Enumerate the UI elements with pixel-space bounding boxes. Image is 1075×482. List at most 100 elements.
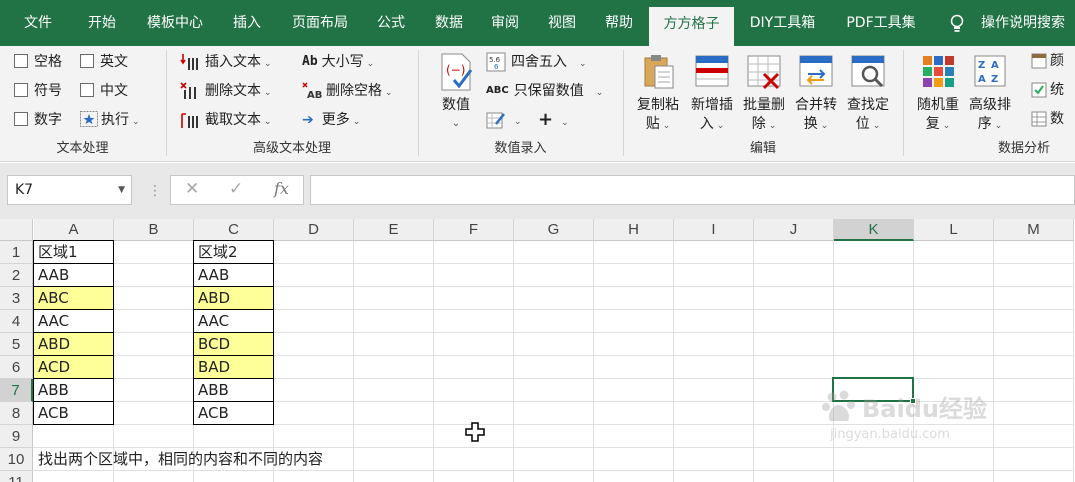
row-header-10[interactable]: 10 <box>0 448 33 471</box>
baidu-paw-icon <box>822 390 855 421</box>
tab-formulas[interactable]: 公式 <box>366 0 416 46</box>
statistics-button[interactable]: 统 <box>1031 79 1064 101</box>
tab-fangfang[interactable]: 方方格子 <box>649 7 734 46</box>
extract-text-button[interactable]: 截取文本 ⌄ <box>180 109 272 131</box>
row-header-9[interactable]: 9 <box>0 425 33 448</box>
column-header-m[interactable]: M <box>994 219 1074 241</box>
column-header-j[interactable]: J <box>754 219 834 241</box>
cancel-icon[interactable]: ✕ <box>185 179 199 199</box>
row-header-4[interactable]: 4 <box>0 310 33 333</box>
cell-a4[interactable]: AAC <box>34 310 114 333</box>
tab-template-center[interactable]: 模板中心 <box>135 0 215 46</box>
splitter-handle[interactable]: ⋮ <box>148 183 162 199</box>
merge-convert-button[interactable]: 合并转 换 ⌄ <box>790 52 842 136</box>
checkbox-chinese[interactable]: 中文 <box>80 81 128 101</box>
column-header-f[interactable]: F <box>434 219 514 241</box>
column-header-g[interactable]: G <box>514 219 594 241</box>
lightbulb-icon[interactable] <box>949 14 965 34</box>
cell-c8[interactable]: ACB <box>194 402 274 425</box>
fill-numbers-button[interactable]: ⌄ <box>486 109 522 131</box>
chevron-down-icon[interactable]: ▼ <box>118 176 125 204</box>
tab-view[interactable]: 视图 <box>537 0 587 46</box>
execute-button[interactable]: 执行 ⌄ <box>80 110 140 130</box>
copy-paste-button[interactable]: 复制粘 贴 ⌄ <box>632 52 684 136</box>
column-gridline <box>913 241 914 482</box>
tab-data[interactable]: 数据 <box>423 0 475 46</box>
cell-c1[interactable]: 区域2 <box>194 241 274 264</box>
select-all-corner[interactable] <box>0 219 33 241</box>
case-button[interactable]: Ab 大小写 ⌄ <box>302 51 374 73</box>
column-header-k[interactable]: K <box>834 219 914 241</box>
insert-text-button[interactable]: 插入文本 ⌄ <box>180 51 272 73</box>
checkbox-space[interactable]: 空格 <box>14 52 62 72</box>
column-header-l[interactable]: L <box>914 219 994 241</box>
round-button[interactable]: 5.6 6 四舍五入 ⌄ <box>486 51 587 73</box>
cell-c5[interactable]: BCD <box>194 333 274 356</box>
batch-delete-button[interactable]: 批量删 除 ⌄ <box>738 52 790 136</box>
formula-input[interactable] <box>310 175 1075 205</box>
cell-c7[interactable]: ABB <box>194 379 274 402</box>
row-header-8[interactable]: 8 <box>0 402 33 425</box>
svg-text:AB: AB <box>307 90 322 101</box>
remove-space-button[interactable]: AB 删除空格 ⌄ <box>302 80 393 102</box>
cell-a5[interactable]: ABD <box>34 333 114 356</box>
row-header-7[interactable]: 7 <box>0 379 33 402</box>
enter-icon[interactable]: ✓ <box>229 179 243 199</box>
insert-function-icon[interactable]: fx <box>274 179 289 198</box>
row-gridline <box>33 332 1074 333</box>
tab-pdf-tools[interactable]: PDF工具集 <box>835 0 927 46</box>
tab-page-layout[interactable]: 页面布局 <box>280 0 360 46</box>
checkbox-english[interactable]: 英文 <box>80 52 128 72</box>
numeric-value-button[interactable]: (−) 数值 ⌄ <box>433 52 479 136</box>
tab-review[interactable]: 审阅 <box>480 0 530 46</box>
column-gridline <box>513 241 514 482</box>
group-label-numeric: 数值录入 <box>494 141 547 156</box>
column-header-b[interactable]: B <box>114 219 194 241</box>
tab-home[interactable]: 开始 <box>76 0 128 46</box>
column-header-d[interactable]: D <box>274 219 354 241</box>
cell-a2[interactable]: AAB <box>34 264 114 287</box>
tab-diy-toolbox[interactable]: DIY工具箱 <box>740 0 825 46</box>
edit-grid-icon <box>486 112 505 129</box>
cell-a10[interactable]: 找出两个区域中，相同的内容和不同的内容 <box>34 448 634 471</box>
color-button[interactable]: 颜 <box>1031 50 1064 72</box>
column-header-c[interactable]: C <box>194 219 274 241</box>
keep-numeric-button[interactable]: ABC 只保留数值 ⌄ <box>486 80 603 102</box>
cell-a1[interactable]: 区域1 <box>34 241 114 264</box>
cell-cursor-icon <box>465 422 485 442</box>
cell-a3[interactable]: ABC <box>34 287 114 310</box>
plus-button[interactable]: + ⌄ <box>538 109 569 131</box>
cell-c2[interactable]: AAB <box>194 264 274 287</box>
tell-me-search[interactable]: 操作说明搜索 <box>981 0 1065 46</box>
row-header-11[interactable]: 11 <box>0 471 33 482</box>
checkbox-number[interactable]: 数字 <box>14 110 62 130</box>
row-header-5[interactable]: 5 <box>0 333 33 356</box>
row-header-2[interactable]: 2 <box>0 264 33 287</box>
more-button[interactable]: ➔ 更多 ⌄ <box>302 109 360 131</box>
advanced-sort-button[interactable]: Z A A Z 高级排 序 ⌄ <box>964 52 1016 136</box>
row-header-6[interactable]: 6 <box>0 356 33 379</box>
cell-c4[interactable]: AAC <box>194 310 274 333</box>
svg-text:(−): (−) <box>446 63 465 77</box>
row-header-1[interactable]: 1 <box>0 241 33 264</box>
cell-a8[interactable]: ACB <box>34 402 114 425</box>
add-insert-button[interactable]: 新增插 入 ⌄ <box>686 52 738 136</box>
random-repeat-button[interactable]: 随机重 复 ⌄ <box>912 52 964 136</box>
column-header-e[interactable]: E <box>354 219 434 241</box>
tab-help[interactable]: 帮助 <box>593 0 645 46</box>
cell-a6[interactable]: ACD <box>34 356 114 379</box>
row-header-3[interactable]: 3 <box>0 287 33 310</box>
tab-insert[interactable]: 插入 <box>222 0 272 46</box>
cell-c3[interactable]: ABD <box>194 287 274 310</box>
data-button[interactable]: 数 <box>1031 108 1064 130</box>
checkbox-symbol[interactable]: 符号 <box>14 81 62 101</box>
delete-text-button[interactable]: 删除文本 ⌄ <box>180 80 272 102</box>
find-locate-button[interactable]: 查找定 位 ⌄ <box>842 52 894 136</box>
column-header-h[interactable]: H <box>594 219 674 241</box>
column-header-a[interactable]: A <box>34 219 114 241</box>
cell-a7[interactable]: ABB <box>34 379 114 402</box>
name-box[interactable]: K7 ▼ <box>7 175 132 205</box>
column-header-i[interactable]: I <box>674 219 754 241</box>
tab-file[interactable]: 文件 <box>10 0 66 46</box>
cell-c6[interactable]: BAD <box>194 356 274 379</box>
